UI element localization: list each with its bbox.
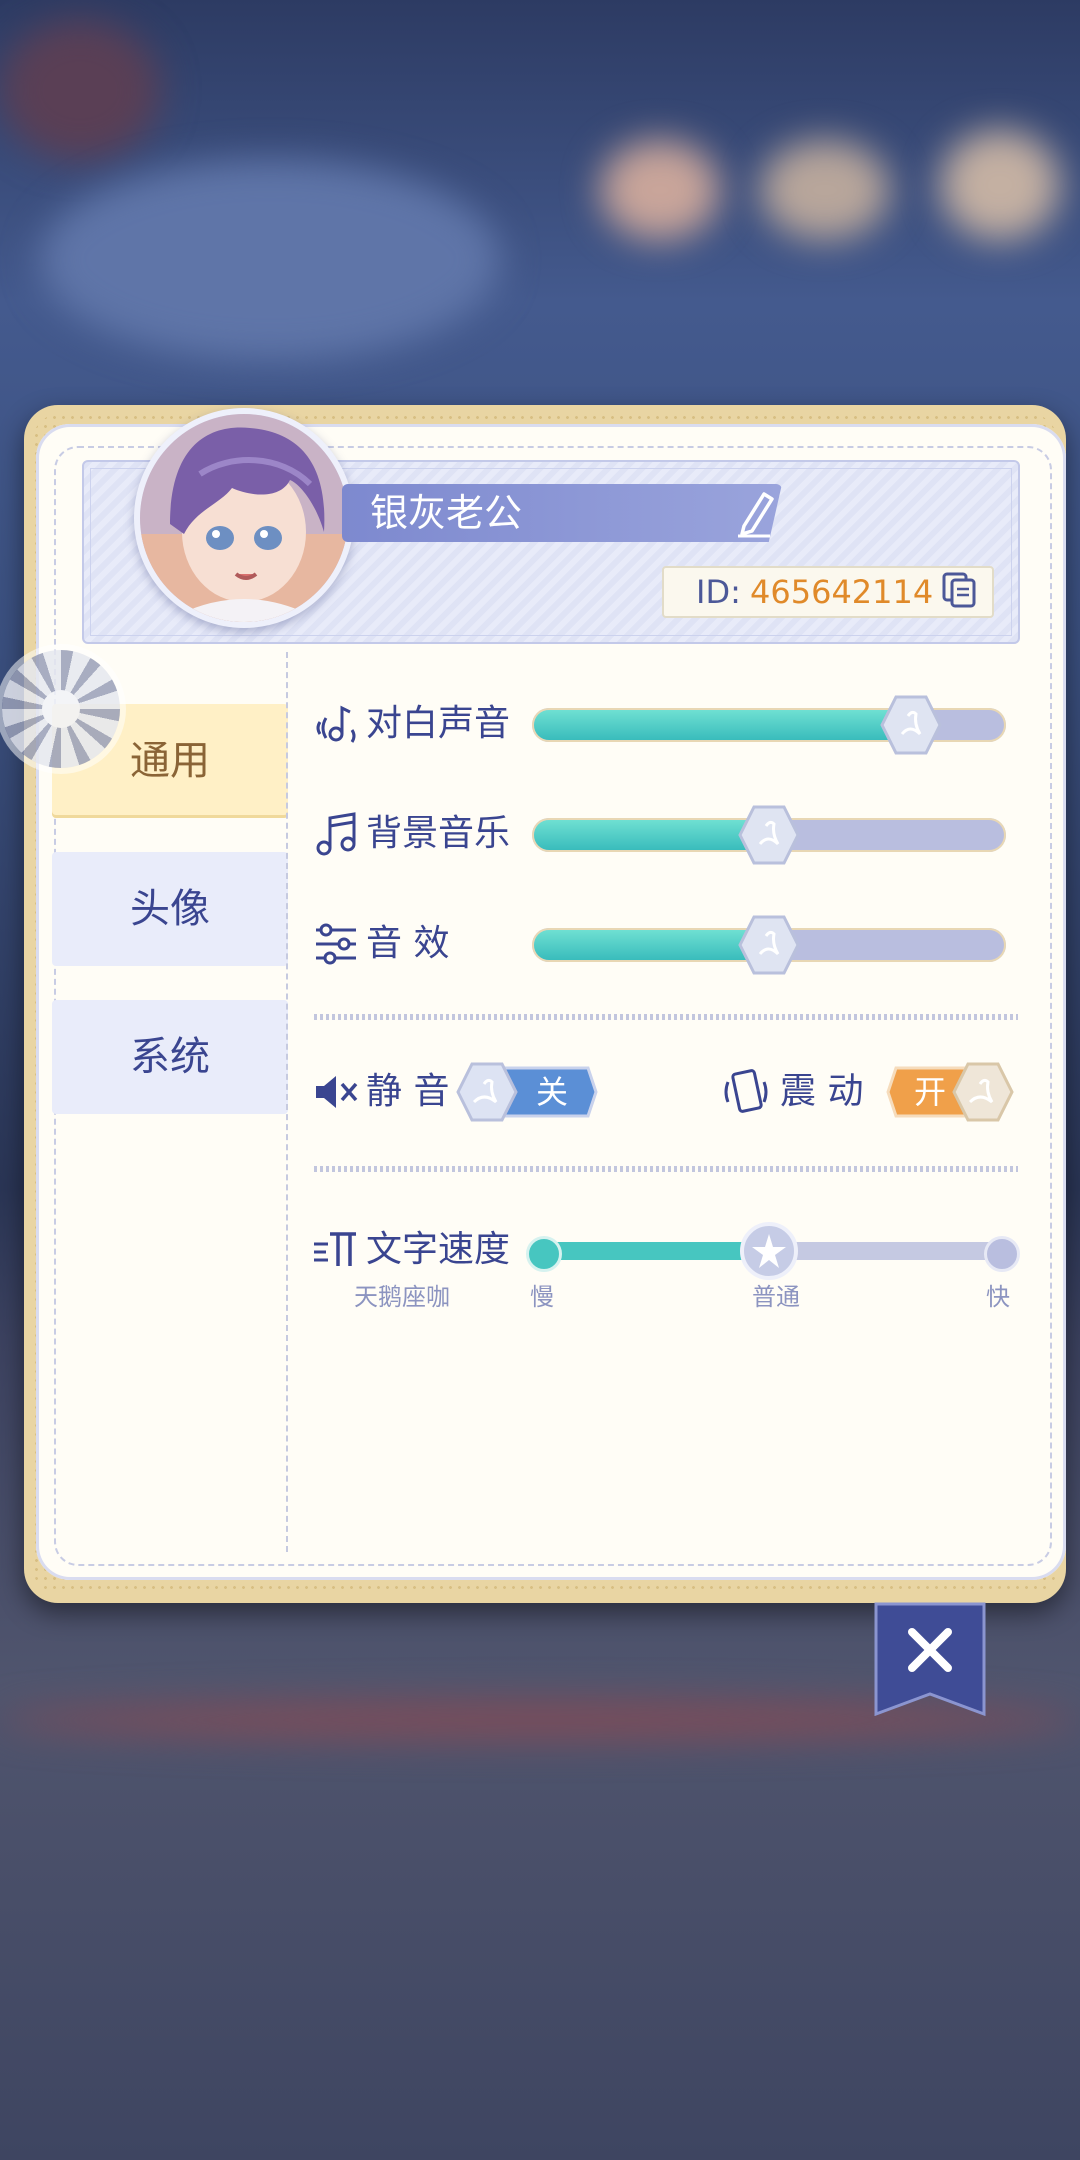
tab-avatar[interactable]: 头像: [52, 852, 288, 966]
section-divider: [314, 1166, 1018, 1172]
speaker-mute-icon: [312, 1068, 360, 1116]
id-value: 465642114: [750, 573, 934, 611]
sfx-volume-fill: [534, 930, 769, 960]
sidebar-divider: [286, 652, 288, 1552]
text-speed-label: 文字速度: [366, 1229, 511, 1270]
text-speed-slow-label: 慢: [530, 1283, 554, 1311]
phone-vibrate-icon: [720, 1068, 768, 1116]
dialogue-volume-knob[interactable]: [880, 694, 942, 756]
bgm-volume-knob[interactable]: [738, 804, 800, 866]
vibrate-label: 震 动: [780, 1071, 864, 1112]
bgm-volume-fill: [534, 820, 769, 850]
text-speed-preview: 天鹅座咖: [354, 1283, 450, 1311]
dialogue-volume-fill: [534, 710, 910, 740]
mute-toggle-state: 关: [536, 1073, 569, 1111]
equalizer-icon: [312, 920, 360, 968]
loading-spinner-icon: [2, 650, 120, 768]
pencil-icon[interactable]: [734, 486, 776, 538]
text-speed-knob[interactable]: [738, 1220, 800, 1282]
vibrate-toggle[interactable]: [886, 1062, 1028, 1122]
sfx-volume-label: 音 效: [366, 923, 450, 964]
bgm-volume-label: 背景音乐: [366, 813, 511, 854]
mute-label: 静 音: [366, 1071, 450, 1112]
music-note-icon: [312, 810, 360, 858]
background-blur: [600, 140, 720, 240]
id-label: ID:: [696, 573, 741, 611]
text-speed-max-dot: [984, 1236, 1020, 1272]
copy-icon[interactable]: [942, 572, 978, 608]
player-name: 银灰老公: [370, 491, 523, 535]
tab-system[interactable]: 系统: [52, 1000, 288, 1114]
avatar-portrait: [140, 414, 348, 622]
sfx-volume-knob[interactable]: [738, 914, 800, 976]
background-blur: [940, 130, 1060, 240]
text-speed-icon: [312, 1226, 360, 1274]
avatar[interactable]: [134, 408, 354, 628]
close-icon: [874, 1602, 986, 1717]
background-blur: [0, 20, 160, 160]
voice-note-icon: [312, 700, 360, 748]
text-speed-min-dot: [526, 1236, 562, 1272]
text-speed-fill: [536, 1242, 769, 1260]
background-blur: [40, 160, 500, 360]
text-speed-fast-label: 快: [986, 1283, 1010, 1311]
background-blur: [760, 140, 890, 240]
section-divider: [314, 1014, 1018, 1020]
dialogue-volume-label: 对白声音: [366, 703, 511, 744]
vibrate-toggle-state: 开: [914, 1073, 947, 1111]
close-button[interactable]: [874, 1602, 986, 1717]
text-speed-normal-label: 普通: [752, 1283, 800, 1311]
mute-toggle[interactable]: [456, 1062, 598, 1122]
